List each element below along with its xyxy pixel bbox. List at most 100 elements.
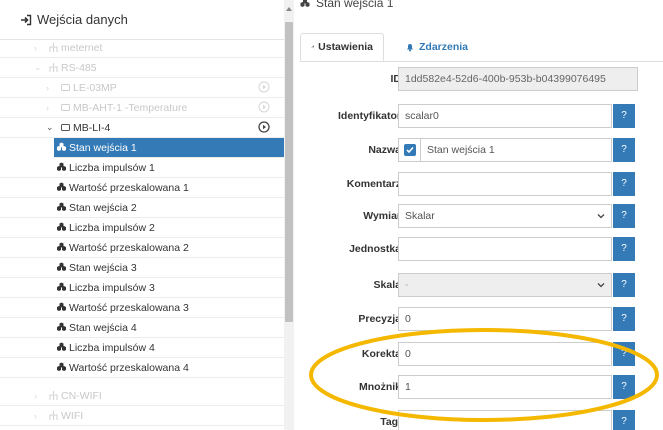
tree-child-label: Stan wejścia 4	[69, 321, 137, 334]
precision-input[interactable]: 0	[398, 307, 612, 331]
chevron-right-icon[interactable]: ›	[34, 411, 44, 421]
field-row-precision: Precyzja 0 ?	[294, 307, 663, 331]
chevron-down-icon	[597, 214, 605, 219]
tab-settings[interactable]: Ustawienia	[300, 33, 384, 61]
identifier-input[interactable]: scalar0	[398, 104, 612, 128]
tree-child-label: Liczba impulsów 1	[69, 161, 155, 174]
unit-input[interactable]	[398, 237, 612, 261]
tree-item-label: MB-LI-4	[73, 121, 111, 134]
tree-item-label: LE-03MP	[73, 81, 117, 94]
id-field: 1dd582e4-52d6-400b-953b-b04399076495	[398, 67, 638, 91]
cubes-icon	[57, 302, 66, 311]
chevron-down-icon[interactable]: ⌄	[34, 62, 44, 73]
sitemap-icon	[49, 391, 58, 400]
device-icon	[61, 124, 70, 131]
tree-item-mb-aht-1[interactable]: › MB-AHT-1 -Temperature	[0, 98, 284, 118]
tree-child-pulse-count-1[interactable]: Liczba impulsów 1	[0, 158, 284, 178]
help-button[interactable]: ?	[613, 342, 635, 366]
field-label: Identyfikator	[337, 110, 401, 122]
help-button[interactable]: ?	[613, 410, 635, 430]
tree-scrollbar-thumb[interactable]	[285, 22, 293, 322]
cubes-icon	[57, 202, 66, 211]
play-circle-icon[interactable]	[258, 81, 270, 93]
help-button[interactable]: ?	[613, 104, 635, 128]
tree-child-label: Stan wejścia 3	[69, 261, 137, 274]
tree-child-scaled-value-2[interactable]: Wartość przeskalowana 2	[0, 238, 284, 258]
sitemap-icon	[49, 43, 58, 52]
help-button[interactable]: ?	[613, 204, 635, 228]
tree-item-label: meternet	[61, 41, 103, 54]
cubes-icon	[57, 262, 66, 271]
chevron-down-icon[interactable]: ⌄	[46, 122, 56, 133]
tree-item-meternet[interactable]: › meternet	[0, 38, 284, 58]
tree-item-le-03mp[interactable]: › LE-03MP	[0, 78, 284, 98]
field-row-comment: Komentarz ?	[294, 172, 663, 196]
detail-title-text: Stan wejścia 1	[316, 0, 394, 10]
chevron-right-icon[interactable]: ›	[46, 103, 56, 113]
tree-header: Wejścia danych	[0, 0, 284, 40]
sitemap-icon	[49, 411, 58, 420]
dimension-select[interactable]: Skalar	[398, 204, 612, 228]
cubes-icon	[57, 342, 66, 351]
help-button[interactable]: ?	[613, 307, 635, 331]
wrench-icon	[311, 45, 315, 49]
tree-child-scaled-value-3[interactable]: Wartość przeskalowana 3	[0, 298, 284, 318]
cubes-icon	[57, 222, 66, 231]
detail-panel: Stan wejścia 1 Ustawienia Zdarzenia ID 1…	[294, 0, 663, 430]
field-row-unit: Jednostka ?	[294, 237, 663, 261]
tree-child-pulse-count-3[interactable]: Liczba impulsów 3	[0, 278, 284, 298]
help-button[interactable]: ?	[613, 273, 635, 297]
play-circle-icon[interactable]	[258, 101, 270, 113]
help-button[interactable]: ?	[613, 172, 635, 196]
name-input[interactable]: Stan wejścia 1	[427, 139, 495, 161]
tree-child-label: Wartość przeskalowana 1	[69, 181, 189, 194]
tree-child-input-state-4[interactable]: Stan wejścia 4	[0, 318, 284, 338]
tree-item-rs-485[interactable]: ⌄ RS-485	[0, 58, 284, 78]
sign-in-icon	[21, 14, 32, 25]
tree-child-input-state-2[interactable]: Stan wejścia 2	[0, 198, 284, 218]
tree-child-scaled-value-4[interactable]: Wartość przeskalowana 4	[0, 358, 284, 378]
field-label: Nazwa	[368, 144, 401, 156]
play-circle-icon[interactable]	[258, 121, 270, 133]
cubes-icon	[57, 162, 66, 171]
tree-child-input-state-3[interactable]: Stan wejścia 3	[0, 258, 284, 278]
scale-select[interactable]: -	[398, 273, 612, 297]
tree-child-input-state-1[interactable]: Stan wejścia 1	[54, 138, 284, 158]
name-enabled-checkbox[interactable]	[404, 144, 416, 156]
field-row-scale: Skala - ?	[294, 273, 663, 297]
bell-icon	[407, 44, 413, 52]
tree-item-cn-wifi[interactable]: › CN-WIFI	[0, 386, 284, 406]
tree-child-pulse-count-4[interactable]: Liczba impulsów 4	[0, 338, 284, 358]
field-label: Skala	[373, 279, 401, 291]
multiplier-input[interactable]: 1	[398, 375, 612, 399]
chevron-right-icon[interactable]: ›	[34, 43, 44, 53]
tab-events[interactable]: Zdarzenia	[395, 33, 478, 61]
detail-title: Stan wejścia 1	[299, 0, 393, 12]
data-inputs-tree: Wejścia danych › meternet ⌄ RS-485 › LE-…	[0, 0, 284, 430]
field-label: Mnożnik	[359, 381, 401, 393]
tree-item-wifi[interactable]: › WIFI	[0, 406, 284, 426]
cubes-icon	[300, 0, 310, 7]
chevron-right-icon[interactable]: ›	[34, 391, 44, 401]
scroll-up-arrow-icon[interactable]	[285, 5, 293, 13]
tree-child-scaled-value-1[interactable]: Wartość przeskalowana 1	[0, 178, 284, 198]
cubes-icon	[57, 182, 66, 191]
tree-header-title: Wejścia danych	[37, 12, 128, 27]
detail-tabs: Ustawienia Zdarzenia	[300, 33, 663, 62]
chevron-right-icon[interactable]: ›	[46, 83, 56, 93]
tree-child-label: Wartość przeskalowana 2	[69, 241, 189, 254]
dimension-select-value: Skalar	[405, 210, 435, 222]
tree-item-label: CN-WIFI	[61, 389, 102, 402]
help-button[interactable]: ?	[613, 138, 635, 162]
comment-input[interactable]	[398, 172, 612, 196]
tree-item-mb-li-4[interactable]: ⌄ MB-LI-4	[0, 118, 284, 138]
tags-input[interactable]	[398, 410, 612, 430]
cubes-icon	[57, 282, 66, 291]
correction-input[interactable]: 0	[398, 342, 612, 366]
cubes-icon	[57, 242, 66, 251]
help-button[interactable]: ?	[613, 237, 635, 261]
field-label: Korekta	[361, 348, 401, 360]
help-button[interactable]: ?	[613, 375, 635, 399]
tree-item-label: WIFI	[61, 409, 84, 422]
tree-child-pulse-count-2[interactable]: Liczba impulsów 2	[0, 218, 284, 238]
